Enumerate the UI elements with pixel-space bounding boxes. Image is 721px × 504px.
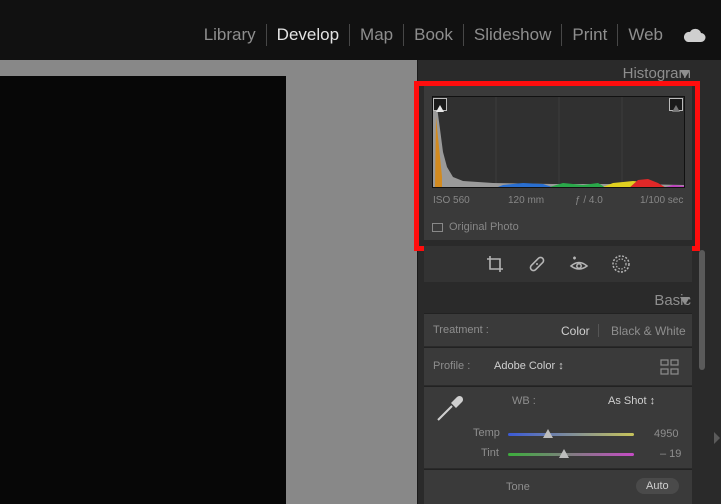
module-library[interactable]: Library	[194, 24, 266, 46]
tone-auto-button[interactable]: Auto	[636, 478, 679, 494]
tint-value[interactable]: – 19	[660, 448, 681, 460]
iso-value: ISO 560	[433, 195, 470, 206]
profile-select[interactable]: Adobe Color ↕	[494, 360, 564, 372]
profile-row: Profile : Adobe Color ↕	[424, 347, 692, 385]
tone-row: Tone Auto	[424, 469, 692, 504]
tint-label: Tint	[481, 447, 499, 459]
aperture-value: ƒ / 4.0	[575, 195, 603, 206]
crop-icon[interactable]	[481, 250, 509, 278]
treatment-divider	[598, 324, 599, 337]
histogram-graph[interactable]	[432, 96, 685, 188]
healing-icon[interactable]	[523, 250, 551, 278]
highlight-clipping-button[interactable]	[669, 98, 683, 112]
module-develop[interactable]: Develop	[265, 24, 349, 46]
histogram-collapse-icon[interactable]	[680, 70, 690, 78]
cloud-icon[interactable]	[681, 24, 707, 46]
temp-slider-track[interactable]	[508, 433, 634, 436]
module-slideshow[interactable]: Slideshow	[462, 24, 562, 46]
module-book[interactable]: Book	[403, 24, 463, 46]
module-bar: Library Develop Map Book Slideshow Print…	[0, 0, 721, 60]
temp-value[interactable]: 4950	[654, 428, 678, 440]
white-balance-section: WB : As Shot ↕ Temp 4950 Tint – 19	[424, 386, 692, 468]
red-eye-icon[interactable]	[565, 250, 593, 278]
profile-browser-icon[interactable]	[660, 359, 680, 379]
shadow-clipping-button[interactable]	[433, 98, 447, 112]
original-photo-checkbox[interactable]	[432, 222, 443, 232]
tone-label: Tone	[506, 481, 530, 493]
module-web[interactable]: Web	[617, 24, 673, 46]
panel-scrollbar[interactable]	[699, 250, 705, 370]
panel-expand-icon[interactable]	[714, 432, 720, 444]
module-picker: Library Develop Map Book Slideshow Print…	[194, 0, 721, 60]
basic-collapse-icon[interactable]	[680, 297, 690, 305]
wb-select[interactable]: As Shot ↕	[608, 395, 655, 407]
shutter-value: 1/100 sec	[640, 195, 684, 206]
original-photo-label: Original Photo	[449, 221, 519, 233]
treatment-label: Treatment :	[433, 324, 489, 336]
mask-icon[interactable]	[607, 250, 635, 278]
temp-label: Temp	[473, 427, 500, 439]
tint-slider-thumb[interactable]	[559, 449, 569, 458]
photo-canvas[interactable]	[0, 60, 417, 504]
tint-slider-track[interactable]	[508, 453, 634, 456]
focal-length-value: 120 mm	[508, 195, 545, 206]
module-map[interactable]: Map	[349, 24, 403, 46]
treatment-row: Treatment : Color Black & White	[424, 313, 692, 346]
treatment-color-option[interactable]: Color	[561, 324, 590, 338]
temp-slider-thumb[interactable]	[543, 429, 553, 438]
eyedropper-icon[interactable]	[434, 393, 466, 427]
profile-label: Profile :	[433, 360, 471, 372]
treatment-bw-option[interactable]: Black & White	[611, 324, 686, 338]
original-photo-toggle[interactable]: Original Photo	[432, 221, 519, 233]
module-print[interactable]: Print	[561, 24, 617, 46]
wb-label: WB :	[512, 395, 536, 407]
photo-preview	[0, 76, 286, 504]
tool-strip	[424, 246, 692, 282]
